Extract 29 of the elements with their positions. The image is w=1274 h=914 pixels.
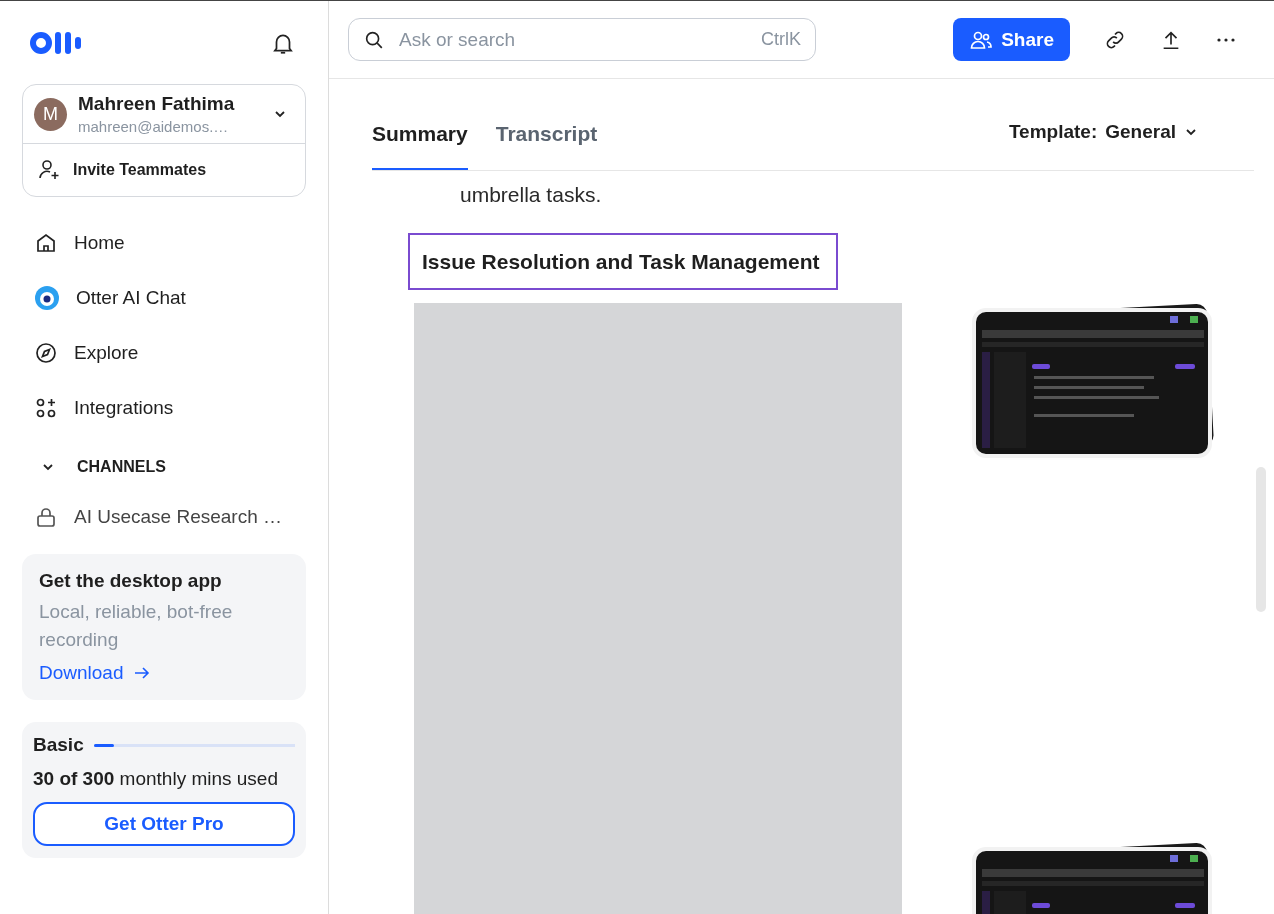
channels-toggle[interactable]: CHANNELS	[22, 447, 306, 487]
arrow-right-icon	[133, 666, 150, 680]
nav-item[interactable]: Home	[22, 215, 306, 270]
invite-teammates-button[interactable]: Invite Teammates	[23, 144, 305, 196]
avatar[interactable]: M	[34, 97, 67, 131]
shortcut-hint: CtrlK	[761, 29, 801, 50]
user-email: mahreen@aidemos.…	[78, 118, 230, 135]
tab[interactable]: Summary	[372, 122, 468, 170]
promo-title: Get the desktop app	[39, 570, 223, 592]
get-pro-button[interactable]: Get Otter Pro	[33, 802, 295, 846]
nav-item[interactable]: Otter AI Chat	[22, 270, 306, 325]
add-user-icon	[37, 158, 61, 182]
usage-text: 30 of 300 monthly mins used	[33, 768, 279, 790]
summary-text: umbrella tasks.	[460, 183, 603, 207]
user-name: Mahreen Fathima	[78, 93, 236, 115]
promo-text: Local, reliable, bot-free recording	[39, 600, 234, 652]
plan-name: Basic	[33, 734, 84, 756]
eye-icon	[34, 284, 60, 311]
scrollbar-thumb[interactable]	[1256, 467, 1266, 612]
share-button[interactable]: Share	[953, 18, 1070, 61]
download-link[interactable]: Download	[39, 662, 150, 684]
template-dropdown[interactable]: Template: General	[1002, 120, 1204, 144]
nav-item[interactable]: Explore	[22, 325, 306, 380]
more-icon[interactable]	[1216, 36, 1236, 43]
section-heading: Issue Resolution and Task Management	[408, 233, 838, 290]
channel-item[interactable]: AI Usecase Research …	[22, 489, 306, 544]
tab[interactable]: Transcript	[495, 122, 598, 170]
compass-icon	[34, 340, 58, 365]
nav-item[interactable]: Integrations	[22, 380, 306, 435]
